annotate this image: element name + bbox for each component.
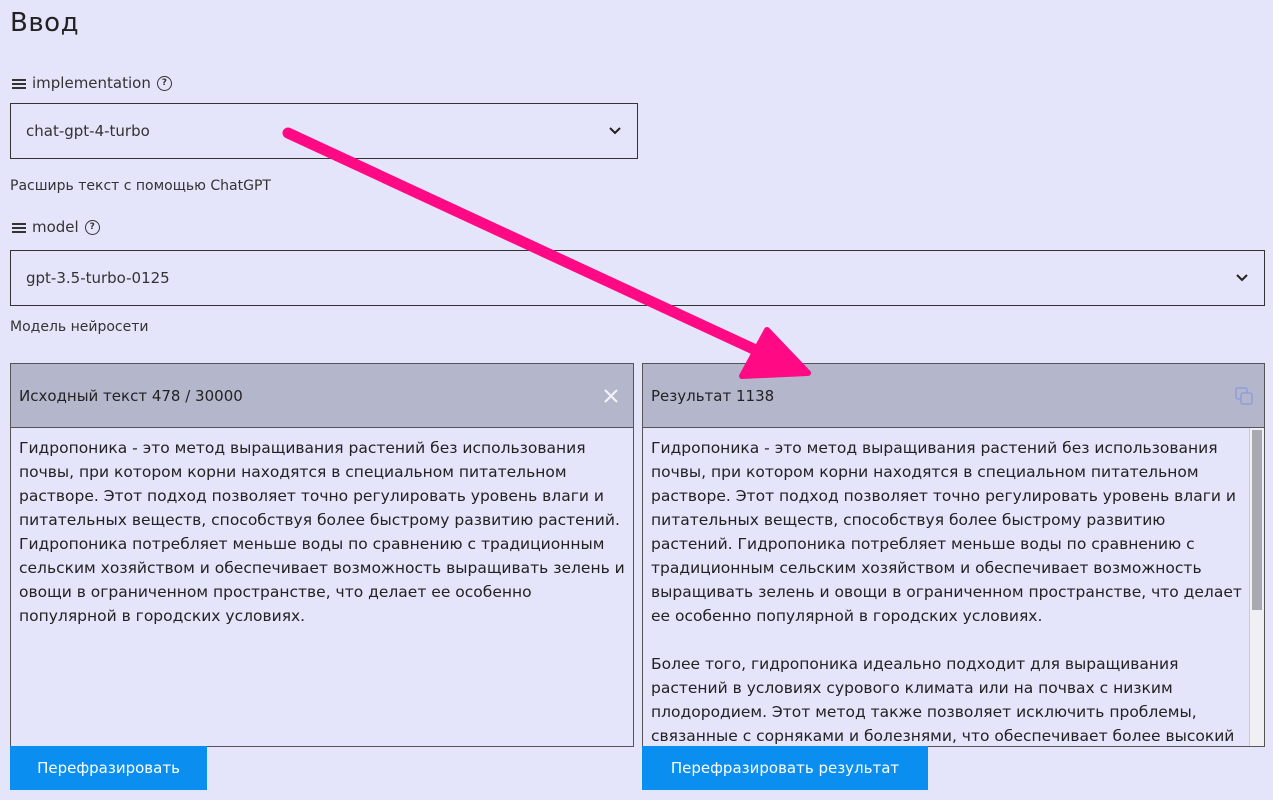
implementation-select[interactable]: chat-gpt-4-turbo (10, 103, 638, 159)
copy-icon[interactable] (1234, 386, 1254, 406)
result-header-label: Результат 1138 (651, 386, 775, 405)
model-hint: Модель нейросети (10, 319, 149, 335)
implementation-hint: Расширь текст с помощью ChatGPT (10, 178, 271, 194)
source-text-header-label: Исходный текст 478 / 30000 (19, 386, 243, 405)
implementation-label: implementation (32, 74, 151, 92)
page-title: Ввод (10, 8, 80, 38)
result-scrollbar-thumb[interactable] (1252, 430, 1262, 610)
implementation-select-value: chat-gpt-4-turbo (26, 122, 150, 140)
source-text-header: Исходный текст 478 / 30000 (11, 364, 633, 428)
model-select[interactable]: gpt-3.5-turbo-0125 (10, 250, 1265, 306)
result-header: Результат 1138 (643, 364, 1264, 428)
chevron-down-icon (609, 127, 621, 135)
list-icon (12, 222, 26, 233)
result-panel: Результат 1138 Гидропоника - это метод в… (642, 363, 1265, 747)
help-icon[interactable]: ? (156, 75, 172, 91)
source-text-panel: Исходный текст 478 / 30000 Гидропоника -… (10, 363, 634, 747)
paraphrase-button[interactable]: Перефразировать (10, 746, 207, 790)
model-label: model (32, 218, 79, 236)
implementation-label-row: implementation ? (12, 74, 172, 92)
source-text-area[interactable]: Гидропоника - это метод выращивания раст… (11, 428, 633, 746)
help-icon[interactable]: ? (84, 219, 100, 235)
close-icon[interactable] (603, 388, 619, 404)
result-text-area[interactable]: Гидропоника - это метод выращивания раст… (643, 428, 1264, 746)
list-icon (12, 78, 26, 89)
result-scrollbar[interactable] (1249, 428, 1264, 746)
chevron-down-icon (1236, 274, 1248, 282)
paraphrase-result-button[interactable]: Перефразировать результат (642, 746, 928, 790)
model-label-row: model ? (12, 218, 100, 236)
model-select-value: gpt-3.5-turbo-0125 (26, 269, 170, 287)
